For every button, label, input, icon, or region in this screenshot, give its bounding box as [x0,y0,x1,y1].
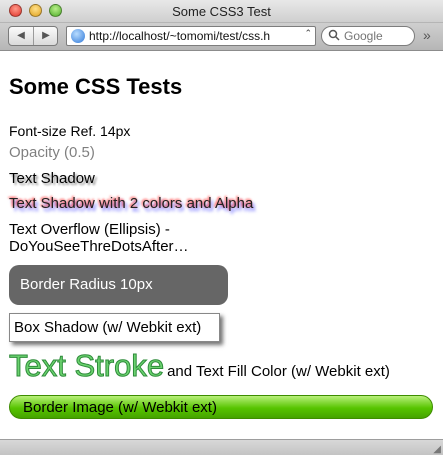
border-image-box: Border Image (w/ Webkit ext) [9,395,433,419]
text-stroke: Text Stroke [8,348,165,384]
text-overflow-line2: DoYouSeeThreDotsAfter… [9,238,189,255]
search-icon[interactable] [328,29,340,44]
opacity-text: Opacity (0.5) [9,144,95,161]
browser-window: Some CSS3 Test ◀ ▶ http://localhost/~tom… [0,0,443,455]
box-shadow-box: Box Shadow (w/ Webkit ext) [9,313,220,342]
text-overflow-line1: Text Overflow (Ellipsis) - [9,221,170,238]
nav-buttons: ◀ ▶ [8,26,58,46]
forward-button[interactable]: ▶ [34,27,57,45]
text-fill-label: and Text Fill Color (w/ Webkit ext) [167,363,390,380]
search-field[interactable] [321,26,415,46]
resize-grip-icon[interactable]: ◢ [433,444,441,455]
toolbar-overflow-icon[interactable]: » [423,27,431,43]
back-button[interactable]: ◀ [9,27,34,45]
border-image-label: Border Image (w/ Webkit ext) [23,399,217,416]
url-text[interactable]: http://localhost/~tomomi/test/css.h [89,29,299,43]
address-bar[interactable]: http://localhost/~tomomi/test/css.h ⌃ [66,26,316,46]
text-overflow: Text Overflow (Ellipsis) - DoYouSeeThreD… [9,221,189,255]
border-radius-label: Border Radius 10px [20,276,153,293]
status-bar: ◢ [0,439,443,455]
address-dropdown-icon[interactable]: ⌃ [304,28,312,39]
text-stroke-row: Text Stroke and Text Fill Color (w/ Webki… [8,348,390,384]
text-shadow: Text Shadow [9,170,95,187]
border-radius-box: Border Radius 10px [9,265,228,305]
box-shadow-label: Box Shadow (w/ Webkit ext) [14,319,202,336]
search-input[interactable] [344,29,410,43]
font-size-ref: Font-size Ref. 14px [9,123,131,139]
title-bar: Some CSS3 Test [0,0,443,23]
page-content: Some CSS Tests Font-size Ref. 14px Opaci… [0,51,443,439]
window-title: Some CSS3 Test [172,4,271,19]
page-heading: Some CSS Tests [9,74,183,99]
toolbar: ◀ ▶ http://localhost/~tomomi/test/css.h … [0,23,443,51]
magnifier-icon [328,29,340,41]
text-shadow-two-colors: Text Shadow with 2 colors and Alpha [9,195,254,212]
globe-icon [71,29,85,43]
